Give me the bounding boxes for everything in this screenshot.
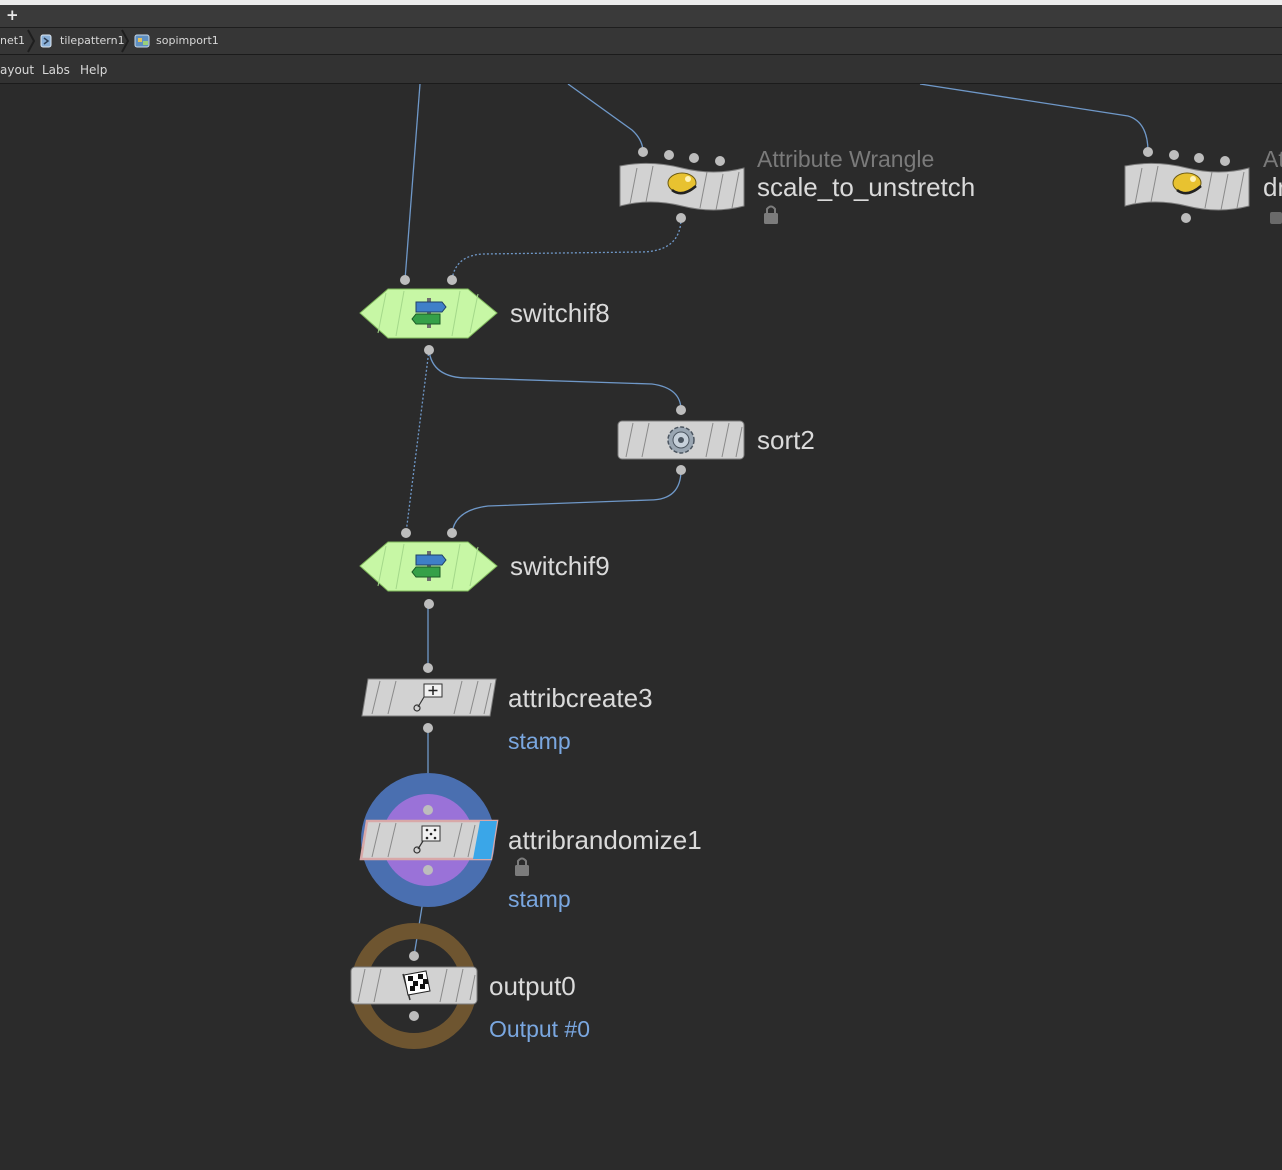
- input-connector[interactable]: [1169, 150, 1179, 160]
- breadcrumb-separator-icon: [121, 29, 130, 53]
- menu-help[interactable]: Help: [80, 63, 107, 77]
- input-connector[interactable]: [664, 150, 674, 160]
- output-connector[interactable]: [423, 723, 433, 733]
- node-name-label: switchif9: [510, 551, 610, 581]
- output-connector[interactable]: [424, 599, 434, 609]
- breadcrumb-item-sopimport[interactable]: sopimport1: [156, 34, 219, 47]
- add-tab-button[interactable]: +: [6, 6, 19, 24]
- node-comment: stamp: [508, 886, 571, 912]
- node-name-label: switchif8: [510, 298, 610, 328]
- tab-bar: +: [0, 5, 1282, 28]
- subnet-icon: [40, 34, 52, 48]
- node-sort2[interactable]: sort2: [617, 405, 815, 475]
- input-connector[interactable]: [715, 156, 725, 166]
- node-wrangle-dr[interactable]: At dr: [1124, 146, 1282, 224]
- input-connector[interactable]: [1220, 156, 1230, 166]
- lock-icon: [764, 205, 778, 224]
- input-connector[interactable]: [400, 275, 410, 285]
- gear-icon: [667, 426, 695, 454]
- wire-incoming-wrangle2: [919, 83, 1149, 153]
- breadcrumb-separator-icon: [27, 29, 36, 53]
- wrangle-hat-icon: [667, 172, 697, 195]
- input-connector[interactable]: [423, 663, 433, 673]
- breadcrumb-item-net[interactable]: net1: [0, 34, 25, 47]
- node-wrangle-scale-to-unstretch[interactable]: Attribute Wrangle scale_to_unstretch: [619, 146, 975, 224]
- output-connector[interactable]: [409, 1011, 419, 1021]
- node-type-label: Attribute Wrangle: [757, 146, 934, 172]
- input-connector[interactable]: [423, 805, 433, 815]
- input-connector[interactable]: [676, 405, 686, 415]
- node-name-label: dr: [1263, 172, 1282, 202]
- input-connector[interactable]: [401, 528, 411, 538]
- node-type-label: At: [1263, 146, 1282, 172]
- wire-incoming-switchif8-a: [404, 83, 421, 281]
- output-connector[interactable]: [1181, 213, 1191, 223]
- input-connector[interactable]: [409, 951, 419, 961]
- node-name-label: output0: [489, 971, 576, 1001]
- input-connector[interactable]: [689, 153, 699, 163]
- wrangle-hat-icon: [1172, 172, 1202, 195]
- menu-bar: ayout Labs Help: [0, 55, 1282, 84]
- node-comment: Output #0: [489, 1016, 590, 1042]
- output-connector[interactable]: [676, 465, 686, 475]
- node-attribrandomize1[interactable]: attribrandomize1 stamp: [359, 773, 702, 912]
- output-connector[interactable]: [423, 865, 433, 875]
- bypass-flag-icon: [1270, 212, 1282, 224]
- menu-labs[interactable]: Labs: [42, 63, 70, 77]
- output-connector[interactable]: [424, 345, 434, 355]
- breadcrumb-item-tilepattern[interactable]: tilepattern1: [60, 34, 125, 47]
- network-editor-canvas[interactable]: Attribute Wrangle scale_to_unstretch At …: [0, 83, 1282, 1166]
- menu-layout[interactable]: ayout: [0, 63, 34, 77]
- wire-switchif8-to-sort2: [428, 349, 682, 411]
- node-name-label: scale_to_unstretch: [757, 172, 975, 202]
- wire-sort2-to-switchif9: [451, 469, 682, 534]
- input-connector[interactable]: [638, 147, 648, 157]
- wire-switchif8-to-switchif9: [405, 349, 430, 534]
- node-name-label: sort2: [757, 425, 815, 455]
- output-connector[interactable]: [676, 213, 686, 223]
- wire-incoming-wrangle1: [567, 83, 644, 153]
- node-switchif9[interactable]: switchif9: [359, 528, 610, 609]
- node-comment: stamp: [508, 728, 571, 754]
- wire-wrangle1-to-switchif8: [451, 217, 682, 281]
- input-connector[interactable]: [1143, 147, 1153, 157]
- node-name-label: attribcreate3: [508, 683, 653, 713]
- network-graph: Attribute Wrangle scale_to_unstretch At …: [350, 83, 1282, 1049]
- input-connector[interactable]: [447, 275, 457, 285]
- node-output0[interactable]: output0 Output #0: [350, 923, 590, 1049]
- input-connector[interactable]: [447, 528, 457, 538]
- input-connector[interactable]: [1194, 153, 1204, 163]
- node-switchif8[interactable]: switchif8: [359, 275, 610, 355]
- node-name-label: attribrandomize1: [508, 825, 702, 855]
- breadcrumb: net1 tilepattern1 sopimport1: [0, 28, 1282, 55]
- sop-import-icon: [134, 34, 150, 48]
- node-attribcreate3[interactable]: attribcreate3 stamp: [361, 663, 653, 754]
- lock-icon: [515, 857, 529, 876]
